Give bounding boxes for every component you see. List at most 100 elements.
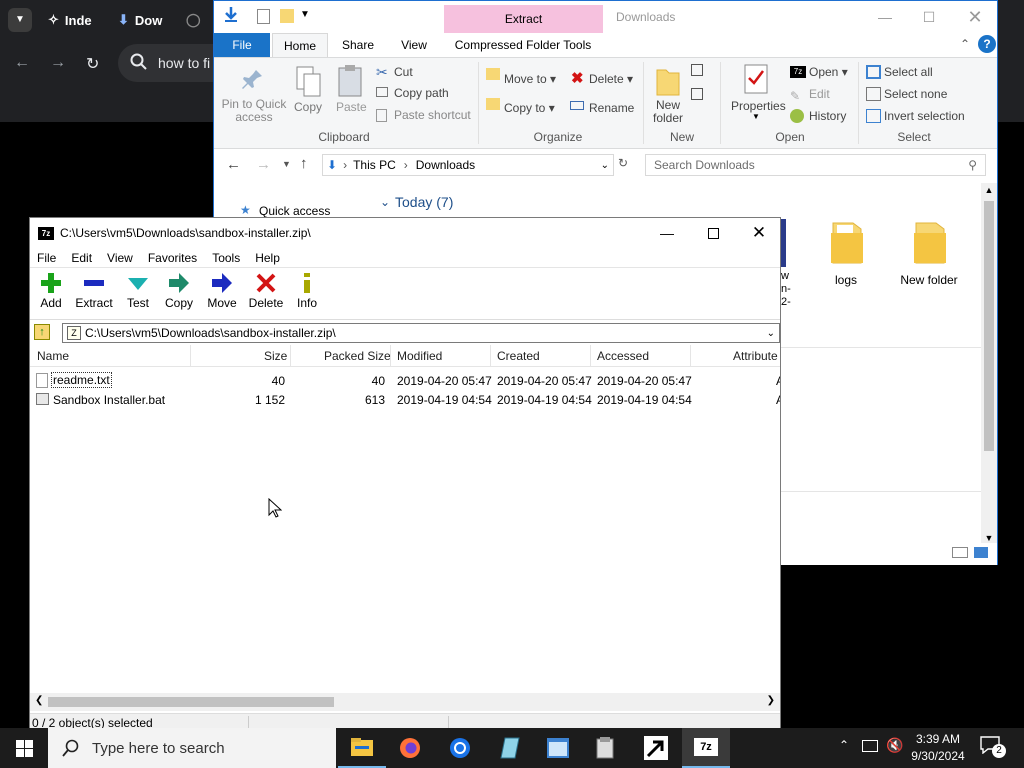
folder-item-new-folder[interactable]: New folder	[894, 221, 964, 287]
explorer-path-bar[interactable]: ⬇ › This PC › Downloads ⌄	[322, 154, 614, 176]
details-view-icon[interactable]	[952, 547, 968, 558]
back-icon[interactable]: ←	[14, 54, 30, 72]
path-this-pc[interactable]: This PC	[353, 158, 396, 172]
menu-file[interactable]: File	[30, 251, 64, 265]
add-button[interactable]: Add	[34, 272, 68, 310]
column-divider[interactable]	[190, 345, 191, 367]
up-folder-icon[interactable]: ↑	[34, 324, 50, 340]
taskbar-app-5[interactable]	[534, 728, 582, 768]
explorer-close-button[interactable]: ✕	[952, 1, 998, 33]
column-divider[interactable]	[390, 345, 391, 367]
select-all-button[interactable]: Select all	[884, 65, 933, 79]
today-group-header[interactable]: Today (7)	[395, 194, 453, 210]
new-folder-button[interactable]: New folder	[648, 99, 688, 125]
taskbar-clock[interactable]: 3:39 AM 9/30/2024	[910, 731, 966, 765]
help-icon[interactable]: ?	[978, 35, 996, 53]
extract-context-tab[interactable]: Extract	[444, 5, 603, 33]
large-icons-view-icon[interactable]	[974, 547, 988, 558]
pin-quick-access-button[interactable]: Pin to Quick access	[220, 98, 288, 124]
table-row[interactable]: readme.txt 40 40 2019-04-20 05:47 2019-0…	[30, 371, 780, 390]
properties-dropdown-icon[interactable]: ▼	[752, 112, 760, 121]
taskbar-7zip[interactable]: 7z	[682, 728, 730, 768]
select-none-button[interactable]: Select none	[884, 87, 947, 101]
taskbar-firefox[interactable]	[386, 728, 434, 768]
forward-icon[interactable]: →	[50, 54, 66, 72]
path-downloads[interactable]: Downloads	[416, 158, 475, 172]
properties-qa-icon[interactable]	[257, 9, 270, 24]
path-dropdown-icon[interactable]: ⌄	[601, 160, 609, 171]
tab-view[interactable]: View	[394, 33, 434, 57]
back-icon[interactable]: ←	[226, 156, 241, 173]
up-icon[interactable]: ↑	[300, 155, 308, 172]
collapse-ribbon-icon[interactable]: ⌃	[960, 37, 970, 51]
open-button[interactable]: Open ▾	[809, 65, 848, 79]
column-divider[interactable]	[290, 345, 291, 367]
notification-center-button[interactable]: 2	[980, 736, 1006, 760]
copy-button[interactable]: Copy	[294, 100, 322, 114]
browser-tab-3[interactable]: ◯	[186, 6, 201, 34]
7zip-minimize-button[interactable]: —	[644, 218, 690, 248]
history-button[interactable]: History	[809, 109, 846, 123]
move-button[interactable]: Move	[204, 272, 240, 310]
info-button[interactable]: Info	[294, 272, 320, 310]
column-name[interactable]: Name	[37, 349, 69, 363]
tab-home[interactable]: Home	[272, 33, 328, 57]
column-divider[interactable]	[690, 345, 691, 367]
menu-view[interactable]: View	[100, 251, 141, 265]
refresh-icon[interactable]: ↻	[618, 156, 628, 170]
folder-qa-icon[interactable]	[280, 9, 294, 23]
explorer-vertical-scrollbar[interactable]: ▲ ▼	[981, 183, 997, 543]
copy-path-button[interactable]: Copy path	[394, 86, 449, 100]
edit-button[interactable]: Edit	[809, 87, 830, 101]
move-to-button[interactable]: Move to ▾	[504, 72, 556, 86]
invert-selection-button[interactable]: Invert selection	[884, 109, 965, 123]
column-accessed[interactable]: Accessed	[597, 349, 649, 363]
copy-to-button[interactable]: Copy to ▾	[504, 101, 555, 115]
column-created[interactable]: Created	[497, 349, 540, 363]
7zip-path-field[interactable]: Z C:\Users\vm5\Downloads\sandbox-install…	[62, 323, 780, 343]
taskbar-search-box[interactable]: Type here to search	[48, 728, 336, 768]
partial-file-item[interactable]: w n- 2-	[781, 270, 791, 309]
reload-icon[interactable]: ↻	[86, 54, 99, 74]
scroll-right-icon[interactable]: ❯	[767, 695, 775, 706]
qa-dropdown-icon[interactable]: ▼	[300, 9, 310, 20]
scroll-thumb[interactable]	[48, 697, 334, 707]
search-downloads-input[interactable]: Search Downloads ⚲	[645, 154, 986, 176]
tab-list-button[interactable]: ▼	[8, 8, 32, 32]
taskbar-app-4[interactable]	[486, 728, 534, 768]
paste-button[interactable]: Paste	[336, 100, 367, 114]
scroll-thumb[interactable]	[984, 201, 994, 451]
menu-help[interactable]: Help	[248, 251, 288, 265]
properties-button[interactable]: Properties	[731, 99, 786, 113]
explorer-minimize-button[interactable]: —	[862, 1, 908, 33]
browser-tab-1[interactable]: ✧ Inde	[48, 6, 92, 34]
extract-button[interactable]: Extract	[72, 272, 116, 310]
menu-favorites[interactable]: Favorites	[141, 251, 205, 265]
menu-tools[interactable]: Tools	[205, 251, 248, 265]
browser-tab-2[interactable]: ⬇ Dow	[118, 6, 162, 34]
new-item-icon[interactable]	[691, 64, 703, 76]
tab-compressed-folder-tools[interactable]: Compressed Folder Tools	[450, 33, 596, 57]
explorer-maximize-button[interactable]: ☐	[906, 1, 952, 33]
test-button[interactable]: Test	[122, 272, 154, 310]
7zip-maximize-button[interactable]	[690, 218, 736, 248]
scroll-up-icon[interactable]: ▲	[981, 183, 997, 197]
group-collapse-icon[interactable]: ⌄	[380, 195, 390, 209]
quick-access-link[interactable]: Quick access	[259, 204, 330, 218]
copy-button[interactable]: Copy	[162, 272, 196, 310]
path-dropdown-icon[interactable]: ⌄	[767, 328, 775, 339]
rename-button[interactable]: Rename	[589, 101, 634, 115]
taskbar-app-7[interactable]	[632, 728, 680, 768]
tray-overflow-icon[interactable]: ⌃	[839, 738, 849, 752]
easy-access-icon[interactable]	[691, 88, 703, 100]
column-packed-size[interactable]: Packed Size	[324, 349, 391, 363]
taskbar-chrome[interactable]	[436, 728, 484, 768]
start-button[interactable]	[0, 728, 48, 768]
column-divider[interactable]	[590, 345, 591, 367]
column-divider[interactable]	[490, 345, 491, 367]
tab-share[interactable]: Share	[336, 33, 380, 57]
column-modified[interactable]: Modified	[397, 349, 442, 363]
folder-item-logs[interactable]: logs	[818, 221, 874, 287]
menu-edit[interactable]: Edit	[64, 251, 100, 265]
tab-file[interactable]: File	[214, 33, 270, 57]
